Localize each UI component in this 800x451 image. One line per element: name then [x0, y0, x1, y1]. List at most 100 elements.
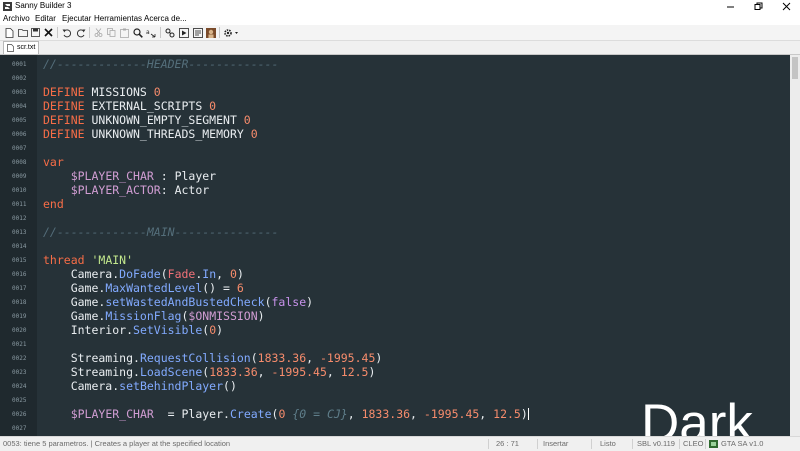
status-hint: 0053: tiene 5 parametros. | Creates a pl… [3, 439, 231, 448]
status-separator [679, 439, 680, 449]
code-token: Camera. [43, 379, 120, 393]
compile-button[interactable] [164, 27, 175, 38]
code-token: , [326, 365, 341, 379]
line-number: 0008 [12, 159, 27, 166]
code-token: ) [375, 351, 383, 365]
undo-button[interactable] [61, 27, 72, 38]
code-token: Camera. [43, 267, 120, 281]
line-content: $PLAYER_ACTOR: Actor [43, 183, 209, 197]
svg-text:a: a [146, 29, 150, 36]
line-number: 0009 [12, 173, 27, 180]
code-line: 0007 [0, 141, 790, 155]
code-token: EXTERNAL_SCRIPTS [84, 99, 210, 113]
line-content: Streaming.LoadScene(1833.36, -1995.45, 1… [43, 365, 376, 379]
line-content: Interior.SetVisible(0) [43, 323, 223, 337]
line-number: 0014 [12, 243, 27, 250]
line-content: DEFINE MISSIONS 0 [43, 85, 161, 99]
code-line: 0001 //-------------HEADER------------- [0, 57, 790, 71]
code-token: 0 [209, 99, 217, 113]
code-token: end [43, 197, 64, 211]
code-token: Interior. [43, 323, 134, 337]
code-token: Game. [43, 295, 106, 309]
menu-acerca-de[interactable]: Acerca de... [144, 14, 187, 23]
code-line: 0017 Game.MaxWantedLevel() = 6 [0, 281, 790, 295]
open-button[interactable] [17, 27, 28, 38]
menu-ejecutar[interactable]: Ejecutar [62, 14, 91, 23]
line-content: DEFINE UNKNOWN_EMPTY_SEGMENT 0 [43, 113, 251, 127]
document-icon [7, 44, 14, 52]
line-number: 0027 [12, 425, 27, 432]
close-icon [44, 28, 53, 37]
maximize-button[interactable] [744, 0, 772, 13]
code-token: MISSIONS [84, 85, 154, 99]
tab-bar: scr.txt [0, 41, 800, 55]
paste-button[interactable] [119, 27, 130, 38]
line-content: Camera.DoFade(Fade.In, 0) [43, 267, 244, 281]
line-number: 0018 [12, 299, 27, 306]
code-token: In [202, 267, 217, 281]
copy-icon [107, 28, 116, 37]
decompile-button[interactable] [192, 27, 203, 38]
restore-icon [754, 2, 762, 10]
code-token: : Actor [160, 183, 210, 197]
menu-editar[interactable]: Editar [35, 14, 56, 23]
vertical-scrollbar[interactable] [790, 55, 800, 436]
code-token: 0 [230, 267, 237, 281]
code-editor[interactable]: 0001//-------------HEADER------------- 00… [0, 55, 790, 436]
code-token: DoFade [119, 267, 161, 281]
toolbar-separator [57, 27, 58, 38]
code-line: 0021 [0, 337, 790, 351]
menu-herramientas[interactable]: Herramientas [94, 14, 142, 23]
cut-button[interactable] [93, 27, 104, 38]
code-line: 0011 end [0, 197, 790, 211]
tab-scr-txt[interactable]: scr.txt [3, 41, 39, 54]
line-content: DEFINE UNKNOWN_THREADS_MEMORY 0 [43, 127, 258, 141]
code-token: () [223, 379, 237, 393]
cleo-indicator: CLEO [683, 439, 704, 448]
sbl-version: SBL v0.119 [637, 439, 675, 448]
close-window-button[interactable] [772, 0, 800, 13]
save-icon [31, 28, 40, 37]
line-content: DEFINE EXTERNAL_SCRIPTS 0 [43, 99, 216, 113]
line-number: 0016 [12, 271, 27, 278]
search-button[interactable] [132, 27, 143, 38]
menu-archivo[interactable]: Archivo [3, 14, 30, 23]
code-token: $ONMISSION [188, 309, 258, 323]
code-token: ( [264, 295, 272, 309]
settings-button[interactable] [223, 27, 239, 38]
code-token: 'MAIN' [91, 253, 134, 267]
toolbar: a [0, 25, 800, 41]
code-token: , [306, 351, 320, 365]
line-content: Camera.setBehindPlayer() [43, 379, 237, 393]
close-file-button[interactable] [43, 27, 54, 38]
status-separator [591, 439, 592, 449]
compile-run-button[interactable] [178, 27, 189, 38]
replace-button[interactable]: a [145, 27, 156, 38]
game-icon [205, 27, 216, 38]
redo-icon [76, 28, 85, 37]
line-number: 0017 [12, 285, 27, 292]
code-line: 0015 thread 'MAIN' [0, 253, 790, 267]
line-number: 0002 [12, 75, 27, 82]
status-separator [632, 439, 633, 449]
redo-button[interactable] [75, 27, 86, 38]
line-number: 0015 [12, 257, 27, 264]
code-token: LoadScene [139, 365, 203, 379]
save-button[interactable] [30, 27, 41, 38]
code-token: -1995.45 [319, 351, 376, 365]
cut-icon [94, 28, 103, 37]
copy-button[interactable] [106, 27, 117, 38]
minimize-button[interactable] [716, 0, 744, 13]
theme-caption: Dark [641, 394, 753, 436]
code-token: ) [236, 267, 244, 281]
line-number: 0013 [12, 229, 27, 236]
title-bar: Sanny Builder 3 [0, 0, 800, 13]
line-number: 0012 [12, 215, 27, 222]
game-version[interactable]: GTA SA v1.0 [721, 439, 763, 448]
line-content: var [43, 155, 64, 169]
game-button[interactable] [205, 27, 216, 38]
new-file-button[interactable] [4, 27, 15, 38]
line-number: 0025 [12, 397, 27, 404]
scrollbar-thumb[interactable] [792, 57, 798, 79]
open-folder-icon [17, 29, 28, 37]
